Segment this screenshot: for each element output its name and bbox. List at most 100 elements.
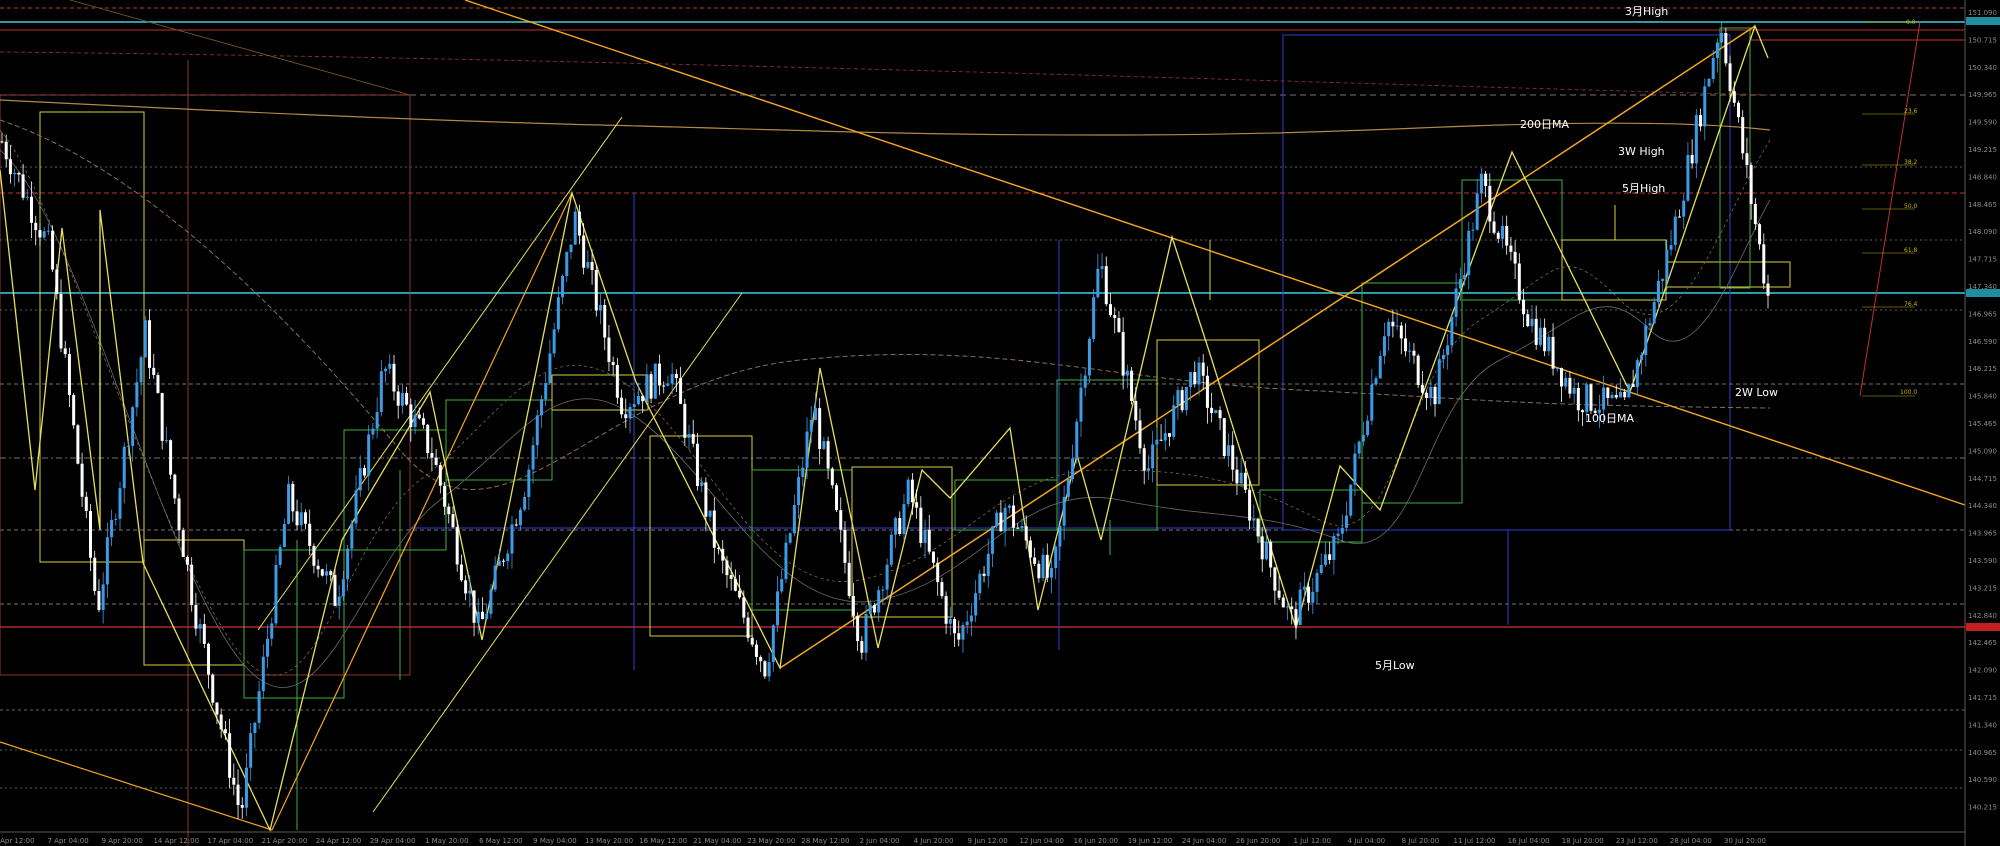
candle-body — [160, 393, 164, 441]
candle-body — [1471, 229, 1475, 231]
y-tick-label: 141.715 — [1968, 694, 1997, 702]
candle-body — [1252, 518, 1256, 521]
candle-body — [464, 580, 468, 594]
candle-body — [105, 537, 109, 585]
candle-body — [1673, 216, 1677, 246]
annotation-3w-high: 3W High — [1618, 145, 1665, 158]
candle-body — [514, 524, 518, 526]
candle-body — [695, 443, 699, 486]
candle-body — [809, 419, 813, 432]
x-tick-label: 4 Jul 04:00 — [1348, 837, 1386, 845]
candle-body — [1564, 377, 1568, 387]
candle-body — [1205, 375, 1209, 408]
candle-body — [493, 565, 497, 590]
candle-body — [438, 464, 442, 486]
candle-body — [118, 488, 122, 519]
candle-body — [34, 222, 38, 231]
annotation-3m-high: 3月High — [1625, 5, 1668, 18]
candle-body — [986, 553, 990, 576]
candle-body — [1092, 297, 1096, 339]
candle-body — [190, 564, 194, 605]
candle-body — [1041, 554, 1045, 579]
candle-body — [1720, 32, 1724, 43]
candle-body — [455, 527, 459, 565]
y-tick-label: 149.965 — [1968, 91, 1997, 99]
x-tick-label: 24 Jun 04:00 — [1182, 837, 1226, 845]
candle-body — [628, 407, 632, 419]
candle-body — [1302, 586, 1306, 590]
candle-body — [738, 590, 742, 598]
candle-body — [1189, 372, 1193, 387]
candle-body — [717, 547, 721, 549]
x-tick-label: 9 Apr 20:00 — [102, 837, 143, 845]
candle-body — [38, 230, 42, 238]
candle-body — [1281, 597, 1285, 608]
candle-body — [1484, 173, 1488, 186]
candle-body — [1441, 354, 1445, 360]
candle-body — [674, 374, 678, 379]
candle-body — [1762, 244, 1766, 284]
candle-body — [573, 211, 577, 245]
candle-body — [1572, 387, 1576, 394]
candle-body — [1286, 606, 1290, 608]
candle-body — [320, 569, 324, 576]
annotation-200ma: 200日MA — [1520, 118, 1569, 131]
candle-body — [1500, 225, 1504, 239]
candle-body — [325, 571, 329, 576]
x-tick-label: 6 May 12:00 — [479, 837, 523, 845]
candle-body — [1505, 225, 1509, 246]
candle-body — [746, 617, 750, 638]
candle-body — [25, 196, 29, 198]
candle-body — [72, 395, 76, 426]
candle-body — [999, 512, 1003, 532]
candle-body — [1416, 355, 1420, 385]
candle-body — [1661, 278, 1665, 281]
candle-body — [51, 230, 55, 270]
candle-body — [978, 573, 982, 594]
candle-body — [1256, 518, 1260, 537]
candle-body — [1227, 445, 1231, 456]
candle-body — [1395, 325, 1399, 327]
candle-body — [881, 589, 885, 591]
candle-body — [384, 368, 388, 372]
x-tick-label: 7 Apr 04:00 — [48, 837, 89, 845]
candle-body — [1045, 554, 1049, 578]
price-chart: 3月High 200日MA 3W High 5月High 2W Low 100日… — [0, 0, 2000, 846]
fib-label-618: 61.8 — [1904, 247, 1918, 254]
candle-body — [1656, 280, 1660, 302]
candle-body — [46, 230, 50, 232]
candle-body — [1100, 266, 1104, 269]
candle-body — [1172, 405, 1176, 437]
price-marker-cyan-1 — [1966, 17, 2000, 25]
candle-body — [1180, 390, 1184, 411]
fib-label-764: 76.4 — [1904, 301, 1918, 308]
candle-body — [1176, 390, 1180, 406]
candle-body — [1652, 301, 1656, 324]
candle-body — [822, 441, 826, 449]
candle-body — [721, 548, 725, 561]
candle-body — [1433, 386, 1437, 405]
candle-body — [565, 252, 569, 276]
candle-body — [244, 767, 248, 808]
candle-body — [468, 590, 472, 594]
candle-body — [202, 624, 206, 644]
x-tick-label: 9 Jun 12:00 — [968, 837, 1008, 845]
candle-body — [17, 172, 21, 175]
candle-body — [346, 548, 350, 580]
candle-body — [1159, 439, 1163, 441]
candle-body — [990, 526, 994, 554]
candle-body — [1349, 484, 1353, 516]
x-tick-label: 29 Apr 04:00 — [370, 837, 416, 845]
candle-body — [556, 297, 560, 330]
candle-body — [518, 509, 522, 526]
candle-body — [194, 604, 198, 629]
candle-body — [1248, 489, 1252, 521]
candle-body — [902, 504, 906, 535]
candle-body — [708, 510, 712, 517]
candle-body — [936, 562, 940, 583]
y-tick-label: 141.340 — [1968, 721, 1997, 729]
candle-body — [1724, 32, 1728, 64]
candle-body — [447, 506, 451, 515]
candle-body — [316, 565, 320, 570]
candle-body — [122, 446, 126, 489]
